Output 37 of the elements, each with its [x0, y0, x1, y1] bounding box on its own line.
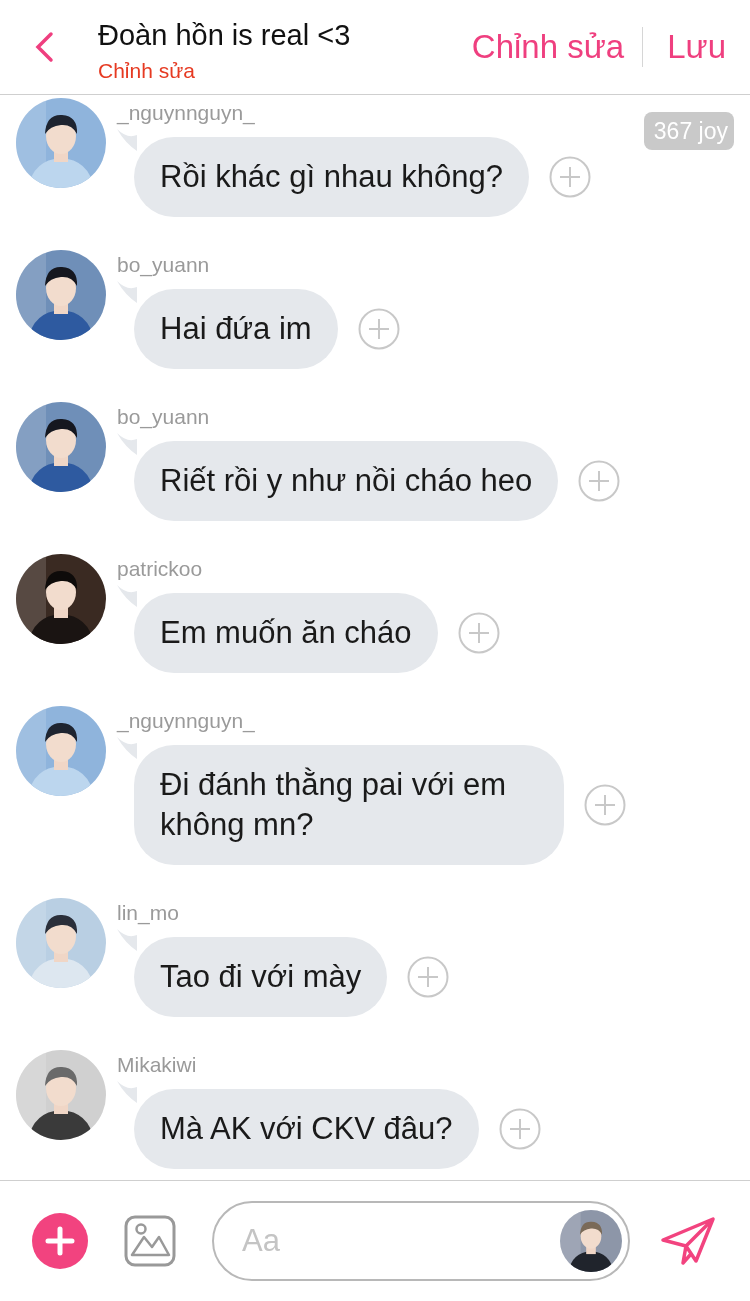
add-reaction-icon[interactable]: [584, 784, 626, 826]
bubble-tail: [117, 585, 137, 607]
save-link[interactable]: Lưu: [667, 28, 726, 66]
username: bo_yuann: [117, 253, 210, 277]
bubble-tail: [117, 129, 137, 151]
chat-subtitle[interactable]: Chỉnh sửa: [98, 57, 195, 85]
edit-link[interactable]: Chỉnh sửa: [471, 28, 625, 66]
username: patrickoo: [117, 557, 203, 581]
message-bubble: Rồi khác gì nhau không?: [134, 137, 529, 217]
message-bubble: Mà AK với CKV đâu?: [134, 1089, 479, 1169]
bubble-tail: [117, 737, 137, 759]
username: Mikakiwi: [117, 1053, 197, 1077]
send-icon[interactable]: [660, 1216, 716, 1266]
add-reaction-icon[interactable]: [578, 460, 621, 502]
add-reaction-icon[interactable]: [407, 956, 450, 998]
add-reaction-icon[interactable]: [457, 612, 500, 654]
add-reaction-icon[interactable]: [548, 156, 591, 198]
bubble-tail: [117, 281, 137, 303]
bubble-tail: [117, 433, 137, 455]
username: _nguynnguyn_: [117, 101, 255, 125]
add-reaction-icon[interactable]: [357, 308, 400, 350]
add-button[interactable]: [32, 1213, 88, 1269]
message-bubble: Đi đánh thằng pai với em không mn?: [134, 745, 564, 865]
message-input[interactable]: Aa: [212, 1201, 630, 1281]
message-bubble: Em muốn ăn cháo: [134, 593, 438, 673]
message-bubble: Riết rồi y như nồi cháo heo: [134, 441, 559, 521]
username: _nguynnguyn_: [117, 709, 255, 733]
username: bo_yuann: [117, 405, 210, 429]
add-reaction-icon[interactable]: [498, 1108, 541, 1150]
back-icon[interactable]: [34, 31, 54, 63]
chat-title: Đoàn hồn is real <3: [98, 18, 352, 53]
username: lin_mo: [117, 901, 179, 925]
image-icon[interactable]: [124, 1215, 176, 1267]
message-bubble: Tao đi với mày: [134, 937, 388, 1017]
bubble-tail: [117, 929, 137, 951]
bubble-tail: [117, 1081, 137, 1103]
message-bubble: Hai đứa im: [134, 289, 338, 369]
